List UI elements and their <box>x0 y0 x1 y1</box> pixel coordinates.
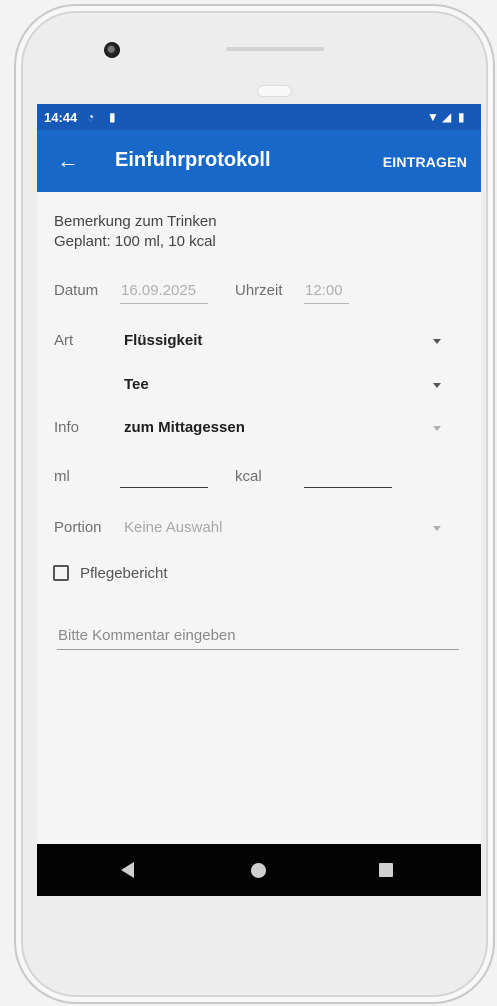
earpiece-speaker <box>226 47 324 51</box>
uhrzeit-underline <box>304 303 349 304</box>
nav-recents-icon[interactable] <box>379 863 393 877</box>
pflegebericht-checkbox[interactable] <box>53 565 69 581</box>
signal-icon: ◢ <box>442 110 452 124</box>
portion-select[interactable]: Keine Auswahl <box>124 519 222 536</box>
form: Bemerkung zum Trinken Geplant: 100 ml, 1… <box>37 192 481 844</box>
chevron-down-icon[interactable] <box>433 526 441 531</box>
kcal-underline <box>304 487 392 488</box>
navigation-bar <box>37 844 481 896</box>
datum-field[interactable]: 16.09.2025 <box>121 282 196 299</box>
chevron-down-icon[interactable] <box>433 339 441 344</box>
status-bar: 14:44 ◔ ▮ ▼ ◢ ▮ <box>37 104 481 130</box>
ml-label: ml <box>54 468 70 485</box>
sd-card-icon: ▮ <box>109 110 116 124</box>
front-camera <box>104 42 120 58</box>
datum-label: Datum <box>54 282 99 299</box>
uhrzeit-field[interactable]: 12:00 <box>305 282 343 299</box>
chevron-down-icon[interactable] <box>433 383 441 388</box>
art-label: Art <box>54 332 74 349</box>
art-sub-select[interactable]: Tee <box>124 376 149 393</box>
back-arrow-icon[interactable]: ← <box>57 148 79 174</box>
proximity-sensor <box>258 86 291 96</box>
status-time: 14:44 <box>44 110 78 125</box>
ml-underline <box>120 487 208 488</box>
comment-underline <box>57 649 459 650</box>
planned-note: Bemerkung zum Trinken Geplant: 100 ml, 1… <box>54 212 217 252</box>
comment-input[interactable]: Bitte Kommentar eingeben <box>58 627 236 644</box>
nav-home-icon[interactable] <box>251 863 266 878</box>
pflegebericht-label: Pflegebericht <box>80 565 168 582</box>
eintragen-button[interactable]: EINTRAGEN <box>383 154 467 170</box>
sync-icon: ◔ <box>87 110 95 124</box>
kcal-label: kcal <box>235 468 262 485</box>
note-line-2: Geplant: 100 ml, 10 kcal <box>54 233 216 250</box>
app-bar: ← Einfuhrprotokoll EINTRAGEN <box>37 130 481 192</box>
screen: 14:44 ◔ ▮ ▼ ◢ ▮ ← Einfuhrprotokoll EINTR… <box>37 104 481 896</box>
info-label: Info <box>54 419 80 436</box>
nav-back-icon[interactable] <box>121 862 134 878</box>
wifi-icon: ▼ <box>427 110 439 124</box>
info-select[interactable]: zum Mittagessen <box>124 419 245 436</box>
battery-icon: ▮ <box>458 110 465 124</box>
uhrzeit-label: Uhrzeit <box>235 282 283 299</box>
page-title: Einfuhrprotokoll <box>115 149 271 171</box>
datum-underline <box>120 303 208 304</box>
chevron-down-icon[interactable] <box>433 426 441 431</box>
art-select[interactable]: Flüssigkeit <box>124 332 202 349</box>
note-line-1: Bemerkung zum Trinken <box>54 213 217 230</box>
portion-label: Portion <box>54 519 102 536</box>
